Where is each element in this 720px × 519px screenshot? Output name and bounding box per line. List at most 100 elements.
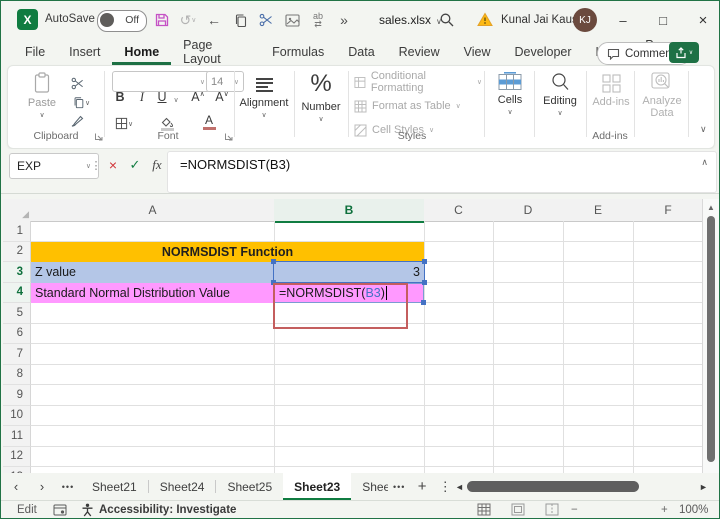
row-header-1[interactable]: 1 <box>3 221 31 242</box>
sheet-list-ellipsis-icon[interactable]: ••• <box>55 482 81 492</box>
row-header-6[interactable]: 6 <box>3 323 31 344</box>
font-dialog-launcher-icon[interactable] <box>224 132 233 141</box>
formula-input[interactable]: =NORMSDIST(B3) ∧ <box>167 151 717 193</box>
sheet-tab-sheet23-active[interactable]: Sheet23 <box>283 473 352 500</box>
addins-button[interactable]: Add-ins <box>590 74 632 108</box>
insert-function-button[interactable]: fx <box>147 153 167 177</box>
paste-button[interactable]: Paste ∨ <box>22 72 62 119</box>
tab-page-layout[interactable]: Page Layout <box>171 38 260 66</box>
vertical-scrollbar[interactable]: ▲ <box>702 199 719 473</box>
analyze-data-button[interactable]: Analyze Data <box>638 72 686 119</box>
column-header-c[interactable]: C <box>424 199 494 222</box>
tab-review[interactable]: Review <box>387 39 452 65</box>
cut-button-ribbon[interactable] <box>66 74 88 92</box>
tab-data[interactable]: Data <box>336 39 386 65</box>
warning-indicator[interactable] <box>477 12 493 27</box>
fill-handle[interactable] <box>421 300 426 305</box>
tab-file[interactable]: File <box>13 39 57 65</box>
page-layout-view-button[interactable] <box>511 503 525 516</box>
more-sheets-ellipsis-icon[interactable]: ••• <box>388 482 410 492</box>
borders-button[interactable]: ∨ <box>110 114 138 132</box>
cell-a3-z-label[interactable]: Z value <box>31 262 274 283</box>
sheet-tab-partial[interactable]: Shee <box>351 473 388 500</box>
save-button[interactable] <box>149 7 175 33</box>
sheet-tab-sheet25[interactable]: Sheet25 <box>216 473 283 500</box>
maximize-button[interactable]: □ <box>649 7 677 33</box>
tab-formulas[interactable]: Formulas <box>260 39 336 65</box>
close-button[interactable]: × <box>689 7 717 33</box>
minimize-button[interactable]: – <box>609 7 637 33</box>
sheet-nav-next-icon[interactable]: › <box>29 479 55 494</box>
sheet-tab-sheet21[interactable]: Sheet21 <box>81 473 148 500</box>
back-button[interactable]: ← <box>201 7 227 33</box>
row-header-7[interactable]: 7 <box>3 344 31 365</box>
editing-button[interactable]: Editing ∨ <box>536 72 584 117</box>
autosave-toggle[interactable]: Off <box>97 10 147 32</box>
accessibility-status[interactable]: Accessibility: Investigate <box>99 504 236 516</box>
underline-dropdown-icon[interactable]: ∨ <box>168 96 184 104</box>
copy-button-ribbon[interactable]: ∨ <box>66 93 96 111</box>
hscroll-right-icon[interactable]: ► <box>699 482 708 492</box>
conditional-formatting-button[interactable]: Conditional Formatting ∨ <box>354 70 482 94</box>
row-header-10[interactable]: 10 <box>3 405 31 426</box>
reference-handle[interactable] <box>422 259 427 264</box>
row-header-8[interactable]: 8 <box>3 364 31 385</box>
qat-overflow-button[interactable]: » <box>331 7 357 33</box>
horizontal-scroll-thumb[interactable] <box>467 481 639 492</box>
vertical-scroll-thumb[interactable] <box>707 216 715 462</box>
collapse-formula-bar-icon[interactable]: ∧ <box>701 157 708 168</box>
column-header-e[interactable]: E <box>563 199 634 222</box>
copy-button[interactable] <box>227 7 253 33</box>
cell-a2-title[interactable]: NORMSDIST Function <box>31 241 424 262</box>
sheetbar-more-icon[interactable]: ⋮ <box>434 479 456 495</box>
decrease-font-button[interactable]: A∨ <box>214 90 230 104</box>
sheet-nav-prev-icon[interactable]: ‹ <box>3 479 29 494</box>
cells-button[interactable]: Cells ∨ <box>488 72 532 116</box>
row-header-2[interactable]: 2 <box>3 241 31 262</box>
redo-typing-button[interactable]: ab ⇄ <box>305 7 331 33</box>
format-as-table-button[interactable]: Format as Table ∨ <box>354 96 482 116</box>
hscroll-left-icon[interactable]: ◄ <box>455 482 464 492</box>
tab-home[interactable]: Home <box>112 39 171 65</box>
page-break-view-button[interactable] <box>545 503 559 516</box>
add-sheet-button[interactable]: + <box>410 478 434 495</box>
italic-button[interactable]: I <box>134 90 150 105</box>
namebox-drag-handle[interactable]: ⋮ <box>91 153 102 177</box>
document-title[interactable]: sales.xlsx ∨ <box>379 13 442 27</box>
reference-handle[interactable] <box>271 259 276 264</box>
bold-button[interactable]: B <box>112 90 128 104</box>
zoom-out-button[interactable]: − <box>571 504 578 516</box>
sheet-tab-sheet24[interactable]: Sheet24 <box>149 473 216 500</box>
clipboard-dialog-launcher-icon[interactable] <box>94 132 103 141</box>
tab-view[interactable]: View <box>452 39 503 65</box>
cut-button[interactable] <box>253 7 279 33</box>
reference-handle[interactable] <box>422 280 427 285</box>
column-header-f[interactable]: F <box>633 199 704 222</box>
font-color-button[interactable]: A <box>194 112 224 130</box>
scroll-up-icon[interactable]: ▲ <box>707 203 715 212</box>
alignment-button[interactable]: Alignment ∨ <box>236 76 292 119</box>
macro-record-button[interactable] <box>53 504 67 517</box>
name-box[interactable]: EXP ∨ <box>9 153 99 179</box>
column-header-b[interactable]: B <box>274 199 425 223</box>
share-button[interactable]: ∨ <box>669 42 699 63</box>
picture-button[interactable] <box>279 7 305 33</box>
increase-font-button[interactable]: A∧ <box>190 90 206 104</box>
tab-developer[interactable]: Developer <box>503 39 584 65</box>
row-header-5[interactable]: 5 <box>3 303 31 324</box>
excel-app-icon[interactable]: X <box>17 9 38 30</box>
zoom-level[interactable]: 100% <box>679 504 708 516</box>
collapse-ribbon-button[interactable]: ∨ <box>700 124 707 135</box>
zoom-in-button[interactable]: + <box>661 504 668 516</box>
row-header-12[interactable]: 12 <box>3 446 31 467</box>
select-all-button[interactable]: ◢ <box>3 199 32 222</box>
row-header-3[interactable]: 3 <box>3 262 31 283</box>
format-painter-button[interactable] <box>66 112 88 130</box>
cell-a4-result-label[interactable]: Standard Normal Distribution Value <box>31 282 274 303</box>
column-header-d[interactable]: D <box>493 199 564 222</box>
normal-view-button[interactable] <box>477 503 491 516</box>
row-header-9[interactable]: 9 <box>3 385 31 406</box>
cancel-entry-button[interactable]: × <box>103 153 123 177</box>
font-name-select[interactable]: ∨ <box>112 71 210 92</box>
search-button[interactable] <box>439 12 455 28</box>
